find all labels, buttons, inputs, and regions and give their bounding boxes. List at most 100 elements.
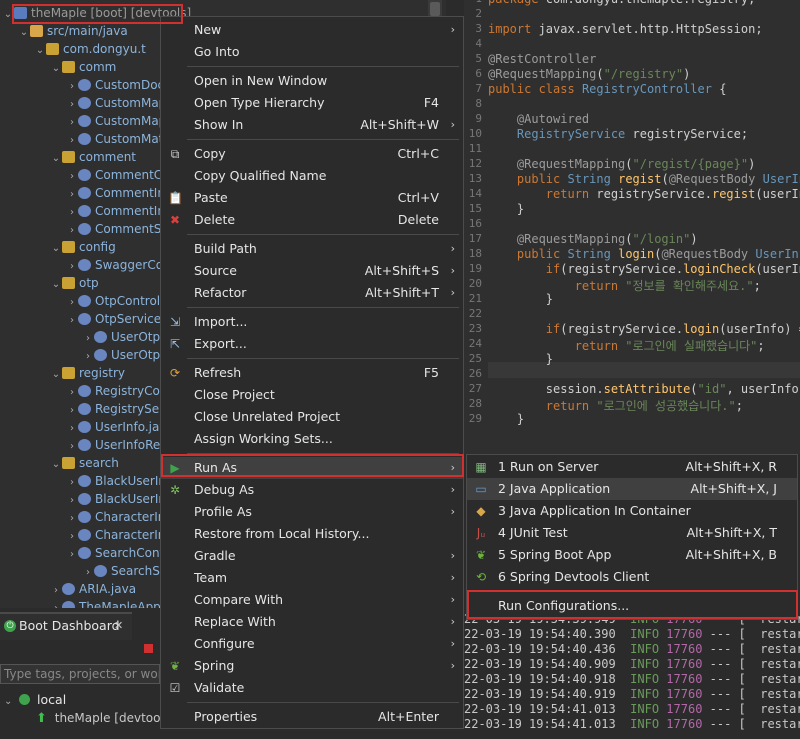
tree-item[interactable]: › RegistryServ <box>66 400 171 418</box>
tree-item[interactable]: › CustomMap <box>66 112 166 130</box>
expand-arrow-icon[interactable]: › <box>66 312 78 330</box>
expand-arrow-icon[interactable]: ⌄ <box>2 6 14 24</box>
src-icon <box>30 25 43 37</box>
scrollbar-thumb[interactable] <box>430 2 440 16</box>
menu-item-run-as[interactable]: ▶ Run As › <box>161 457 463 479</box>
menu-item-copy-qualified-name[interactable]: Copy Qualified Name <box>161 165 463 187</box>
boot-app-item[interactable]: ⬆ theMaple [devtools] <box>36 710 175 726</box>
menu-item-new[interactable]: New › <box>161 19 463 41</box>
tree-item[interactable]: › SearchSe <box>82 562 167 580</box>
tree-item[interactable]: › RegistryCon <box>66 382 167 400</box>
tree-item[interactable]: › CustomMap <box>66 94 166 112</box>
tree-item[interactable]: › SwaggerCo <box>66 256 163 274</box>
tree-item[interactable]: › CommentS <box>66 220 161 238</box>
menu-item-export[interactable]: ⇱ Export... <box>161 333 463 355</box>
menu-item-restore-from-local-history[interactable]: Restore from Local History... <box>161 523 463 545</box>
context-menu[interactable]: New › Go Into Open in New Window Open Type H… <box>160 16 464 729</box>
tree-item[interactable]: › CustomMat <box>66 130 163 148</box>
tree-item[interactable]: ⌄ config <box>50 238 116 256</box>
tree-item[interactable]: › BlackUserIn <box>66 472 166 490</box>
tree-item[interactable]: › CommentIn <box>66 202 165 220</box>
tree-item[interactable]: ⌄ src/main/java <box>18 22 128 40</box>
tree-item[interactable]: › CommentIn <box>66 184 165 202</box>
expand-arrow-icon[interactable]: ⌄ <box>50 150 62 168</box>
tree-item[interactable]: › OtpService. <box>66 310 165 328</box>
menu-item-close-unrelated-project[interactable]: Close Unrelated Project <box>161 406 463 428</box>
menu-item-delete[interactable]: ✖ Delete Delete <box>161 209 463 231</box>
menu-item-team[interactable]: Team › <box>161 567 463 589</box>
tree-item[interactable]: ⌄ search <box>50 454 119 472</box>
tree-item[interactable]: › CustomDoc <box>66 76 164 94</box>
expand-arrow-icon[interactable]: ⌄ <box>50 456 62 474</box>
menu-item-2-java-application[interactable]: ▭ 2 Java Application Alt+Shift+X, J <box>467 478 797 500</box>
tree-item[interactable]: ⌄ registry <box>50 364 125 382</box>
expand-arrow-icon[interactable]: ⌄ <box>50 366 62 384</box>
tree-item[interactable]: › SearchCont <box>66 544 164 562</box>
tree-item[interactable]: ⌄ otp <box>50 274 99 292</box>
expand-arrow-icon[interactable]: ⌄ <box>50 276 62 294</box>
menu-item-gradle[interactable]: Gradle › <box>161 545 463 567</box>
tree-item-label: search <box>79 456 119 470</box>
menu-item-open-type-hierarchy[interactable]: Open Type Hierarchy F4 <box>161 92 463 114</box>
code-editor[interactable]: 1package com.dongyu.themaple.registry;23… <box>464 0 800 454</box>
menu-item-refactor[interactable]: Refactor Alt+Shift+T › <box>161 282 463 304</box>
menu-item-run-configurations[interactable]: Run Configurations... <box>467 595 797 617</box>
tree-item[interactable]: › CharacterIn <box>66 526 165 544</box>
boot-dashboard-tab[interactable]: ⏻ Boot Dashboard ✕ <box>0 612 132 640</box>
boot-dashboard-filter-input[interactable]: Type tags, projects, or working <box>0 664 160 684</box>
tree-item[interactable]: › CommentCo <box>66 166 170 184</box>
tree-item[interactable]: › UserInfo.jav <box>66 418 166 436</box>
menu-item-refresh[interactable]: ⟳ Refresh F5 <box>161 362 463 384</box>
tree-item[interactable]: ⌄ com.dongyu.t <box>34 40 146 58</box>
devtools-icon: ⟲ <box>475 570 487 584</box>
expand-arrow-icon[interactable]: ⌄ <box>50 240 62 258</box>
menu-item-build-path[interactable]: Build Path › <box>161 238 463 260</box>
menu-item-properties[interactable]: Properties Alt+Enter <box>161 706 463 728</box>
expand-arrow-icon[interactable]: ⌄ <box>18 24 30 42</box>
menu-item-5-spring-boot-app[interactable]: ❦ 5 Spring Boot App Alt+Shift+X, B <box>467 544 797 566</box>
tree-item[interactable]: › TheMapleAppl <box>50 598 164 608</box>
tree-item[interactable]: › BlackUserIn <box>66 490 166 508</box>
tree-item[interactable]: › OtpControl <box>66 292 160 310</box>
tree-item[interactable]: ⌄ comment <box>50 148 136 166</box>
close-icon[interactable]: ✕ <box>114 619 123 632</box>
console-line: 22-03-19 19:54:41.013 INFO 17760 --- [ r… <box>464 717 800 731</box>
tree-item[interactable]: › ARIA.java <box>50 580 136 598</box>
local-group[interactable]: ⌄ local <box>4 692 66 708</box>
console-view[interactable]: 22-03-19 19:54:39.949 INFO 17760 --- [ r… <box>464 608 800 739</box>
menu-item-profile-as[interactable]: Profile As › <box>161 501 463 523</box>
menu-item-validate[interactable]: ☑ Validate <box>161 677 463 699</box>
expand-arrow-icon[interactable]: ⌄ <box>34 42 46 60</box>
menu-item-replace-with[interactable]: Replace With › <box>161 611 463 633</box>
menu-item-1-run-on-server[interactable]: ▦ 1 Run on Server Alt+Shift+X, R <box>467 456 797 478</box>
tree-item-label: comm <box>79 60 117 74</box>
tree-item[interactable]: › CharacterIn <box>66 508 165 526</box>
menu-item-debug-as[interactable]: ✲ Debug As › <box>161 479 463 501</box>
menu-item-3-java-application-in-container[interactable]: ◆ 3 Java Application In Container <box>467 500 797 522</box>
menu-item-spring[interactable]: ❦ Spring › <box>161 655 463 677</box>
tree-item[interactable]: › UserOtp.j <box>82 328 167 346</box>
run-as-submenu[interactable]: ▦ 1 Run on Server Alt+Shift+X, R ▭ 2 Java Ap… <box>466 454 798 620</box>
red-stop-icon[interactable] <box>144 644 153 653</box>
expand-arrow-icon[interactable]: ⌄ <box>4 696 12 707</box>
expand-arrow-icon[interactable]: ⌄ <box>50 60 62 78</box>
tree-item[interactable]: › UserOtpR <box>82 346 168 364</box>
menu-item-source[interactable]: Source Alt+Shift+S › <box>161 260 463 282</box>
tree-item[interactable]: ⌄ comm <box>50 58 117 78</box>
menu-item-copy[interactable]: ⧉ Copy Ctrl+C <box>161 143 463 165</box>
menu-item-6-spring-devtools-client[interactable]: ⟲ 6 Spring Devtools Client <box>467 566 797 588</box>
menu-item-show-in[interactable]: Show In Alt+Shift+W › <box>161 114 463 136</box>
tree-item[interactable]: › UserInfoRep <box>66 436 168 454</box>
menu-item-assign-working-sets[interactable]: Assign Working Sets... <box>161 428 463 450</box>
expand-arrow-icon[interactable]: › <box>66 546 78 564</box>
menu-item-4-junit-test[interactable]: Jᵤ 4 JUnit Test Alt+Shift+X, T <box>467 522 797 544</box>
menu-item-import[interactable]: ⇲ Import... <box>161 311 463 333</box>
menu-item-compare-with[interactable]: Compare With › <box>161 589 463 611</box>
menu-item-close-project[interactable]: Close Project <box>161 384 463 406</box>
menu-item-paste[interactable]: 📋 Paste Ctrl+V <box>161 187 463 209</box>
expand-arrow-icon[interactable]: › <box>50 600 62 608</box>
console-thread: --- [ restart <box>702 657 800 671</box>
menu-item-go-into[interactable]: Go Into <box>161 41 463 63</box>
menu-item-open-in-new-window[interactable]: Open in New Window <box>161 70 463 92</box>
menu-item-configure[interactable]: Configure › <box>161 633 463 655</box>
